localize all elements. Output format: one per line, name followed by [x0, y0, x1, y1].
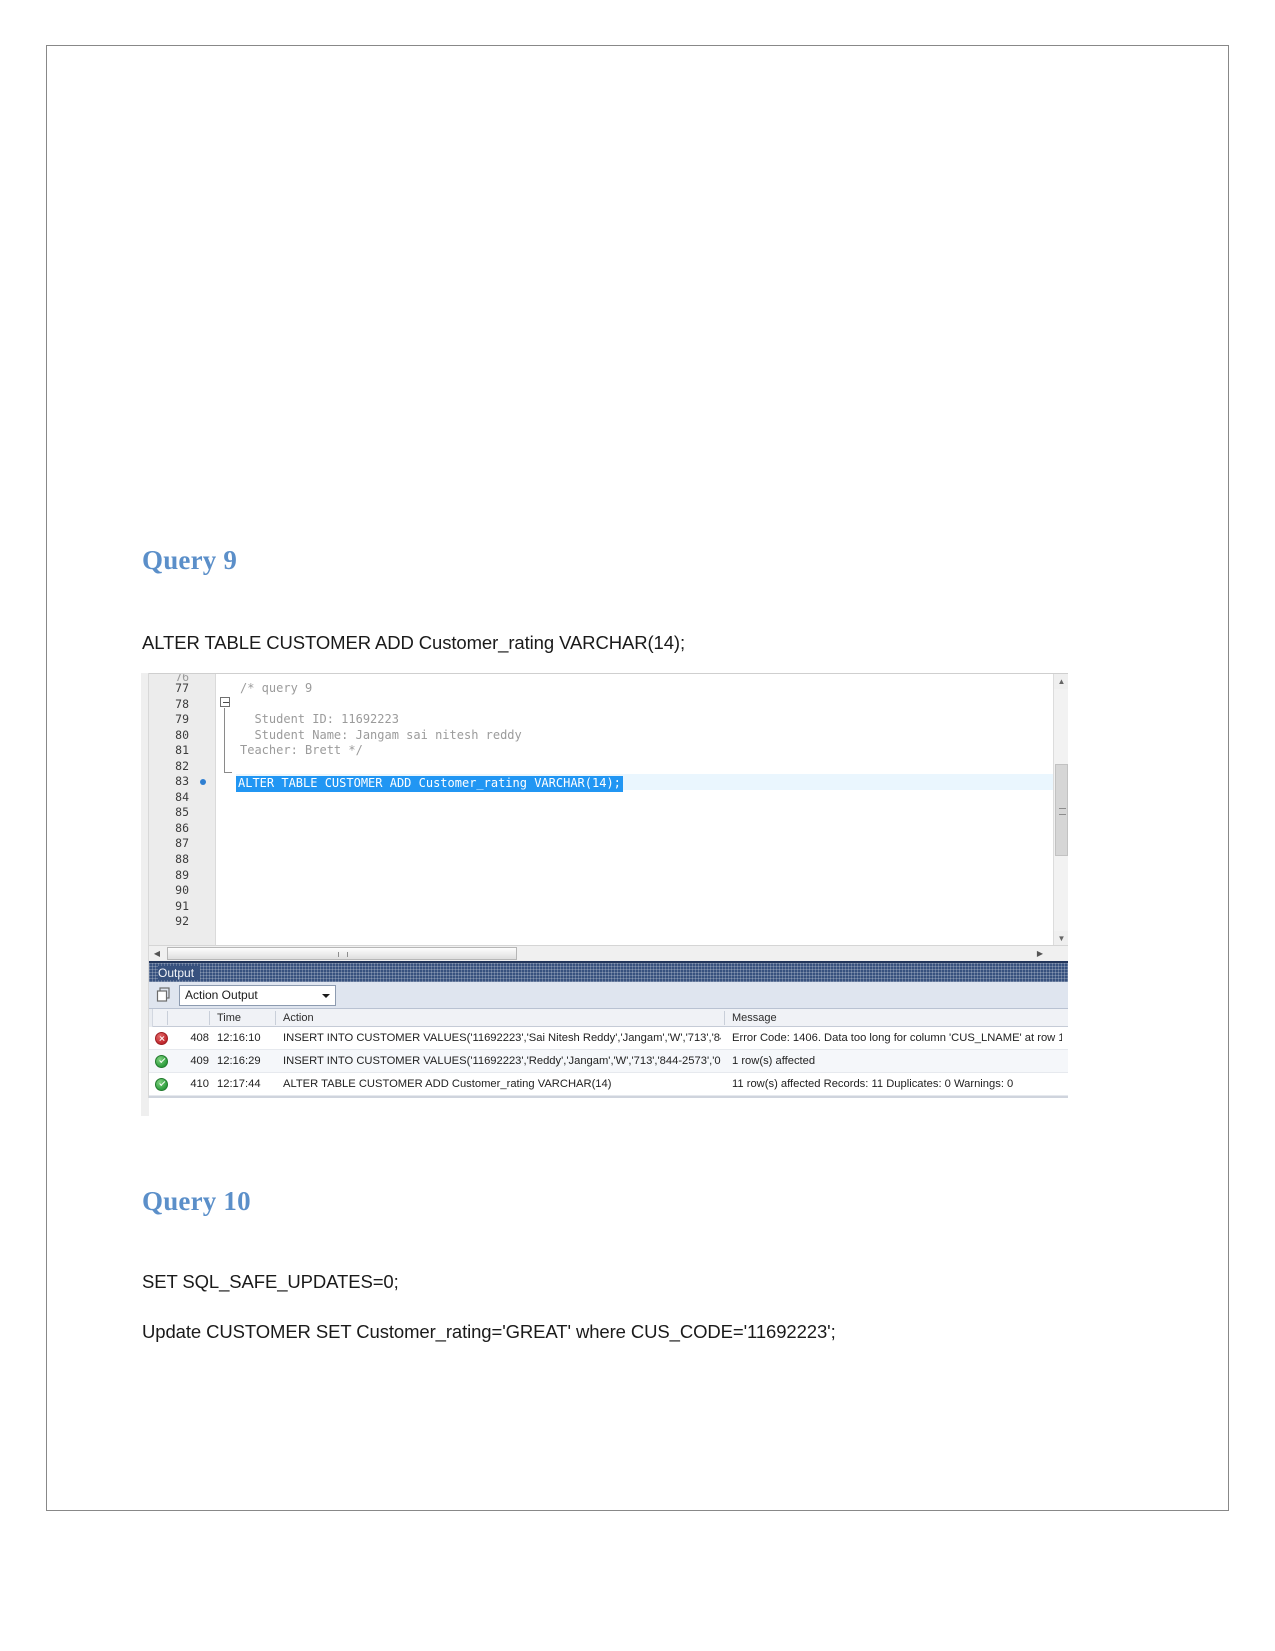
vertical-scroll-thumb[interactable] [1055, 764, 1068, 856]
row-message-cell: 11 row(s) affected Records: 11 Duplicate… [732, 1078, 1014, 1090]
code-line[interactable] [236, 759, 1068, 775]
line-number: 78 [175, 696, 189, 711]
line-number: 87 [175, 836, 189, 851]
line-number: 82 [175, 758, 189, 773]
code-line[interactable]: /* query 9 [236, 681, 1068, 697]
query-9-sql-text: ALTER TABLE CUSTOMER ADD Customer_rating… [142, 632, 685, 653]
line-number: 92 [175, 914, 189, 929]
row-message-cell: Error Code: 1406. Data too long for colu… [732, 1032, 1062, 1044]
line-number-partial: 76 [175, 674, 189, 681]
table-row[interactable]: 410 12:17:44 ALTER TABLE CUSTOMER ADD Cust… [149, 1073, 1068, 1096]
line-number: 89 [175, 867, 189, 882]
sql-editor[interactable]: 76 77 78 79 80 81 82 83 84 85 86 87 88 89 90 91 92 /* qu… [149, 673, 1068, 946]
row-time-cell: 12:16:29 [217, 1055, 261, 1067]
row-time-cell: 12:16:10 [217, 1032, 261, 1044]
column-divider [167, 1011, 168, 1025]
output-panel-titlebar[interactable]: Output [149, 961, 1068, 982]
column-header-action[interactable]: Action [283, 1012, 314, 1024]
row-id-cell: 410 [190, 1078, 209, 1090]
output-bottom-edge [149, 1096, 1068, 1098]
fold-bracket-foot [224, 772, 232, 773]
code-line[interactable]: Student Name: Jangam sai nitesh reddy [236, 728, 1068, 744]
column-divider [724, 1011, 725, 1025]
column-divider [209, 1011, 210, 1025]
line-number: 86 [175, 820, 189, 835]
page-title-query-9: Query 9 [142, 545, 238, 575]
line-number: 88 [175, 852, 189, 867]
code-line[interactable]: Student ID: 11692223 [236, 712, 1068, 728]
line-number: 84 [175, 789, 189, 804]
output-table-header: Time Action Message [149, 1009, 1068, 1027]
output-type-value: Action Output [185, 988, 258, 1002]
row-action-cell: INSERT INTO CUSTOMER VALUES('11692223','… [283, 1032, 721, 1044]
workbench-screenshot: 76 77 78 79 80 81 82 83 84 85 86 87 88 89 90 91 92 /* qu… [141, 673, 1068, 1116]
horizontal-scroll-thumb[interactable] [167, 947, 517, 960]
line-number: 91 [175, 898, 189, 913]
code-line[interactable] [236, 868, 1068, 884]
line-number: 77 [175, 681, 189, 695]
code-line[interactable] [236, 836, 1068, 852]
line-number: 85 [175, 805, 189, 820]
line-number: 81 [175, 743, 189, 758]
output-panel-title: Output [158, 966, 201, 980]
code-line-partial [236, 674, 1068, 681]
row-action-cell: ALTER TABLE CUSTOMER ADD Customer_rating… [283, 1078, 612, 1090]
row-time-cell: 12:17:44 [217, 1078, 261, 1090]
screenshot-left-rail-tail [141, 1098, 149, 1116]
code-line[interactable] [236, 883, 1068, 899]
output-toolbar: Action Output [149, 982, 1068, 1009]
code-line[interactable] [236, 821, 1068, 837]
table-row[interactable]: 408 12:16:10 INSERT INTO CUSTOMER VALUES('… [149, 1027, 1068, 1050]
fold-collapse-icon[interactable] [220, 697, 230, 707]
screenshot-left-rail [141, 673, 149, 1116]
column-header-message[interactable]: Message [732, 1012, 777, 1024]
output-type-select[interactable]: Action Output [179, 985, 336, 1006]
error-icon [155, 1032, 168, 1045]
row-message-cell: 1 row(s) affected [732, 1055, 816, 1067]
table-row[interactable]: 409 12:16:29 INSERT INTO CUSTOMER VALUES('… [149, 1050, 1068, 1073]
success-icon [155, 1055, 168, 1068]
success-icon [155, 1078, 168, 1091]
code-fold-column[interactable] [216, 674, 236, 946]
line-number: 79 [175, 712, 189, 727]
line-number: 80 [175, 727, 189, 742]
editor-horizontal-scrollbar[interactable]: ◀ ▶ [149, 945, 1068, 961]
line-number: 83 [149, 774, 215, 790]
output-table-body: 408 12:16:10 INSERT INTO CUSTOMER VALUES('… [149, 1027, 1068, 1097]
code-line[interactable] [236, 899, 1068, 915]
code-text-area[interactable]: /* query 9 Student ID: 11692223 Student … [236, 674, 1068, 946]
row-id-cell: 408 [190, 1032, 209, 1044]
selected-sql-statement[interactable]: ALTER TABLE CUSTOMER ADD Customer_rating… [236, 776, 623, 792]
document-page: Query 9 ALTER TABLE CUSTOMER ADD Custome… [0, 0, 1275, 1651]
column-divider [275, 1011, 276, 1025]
scroll-left-arrow-icon[interactable]: ◀ [151, 948, 163, 960]
scroll-up-arrow-icon[interactable]: ▲ [1054, 674, 1068, 689]
breakpoint-dot-icon[interactable] [200, 779, 206, 786]
scroll-down-arrow-icon[interactable]: ▼ [1054, 931, 1068, 946]
query-10-sql-text-a: SET SQL_SAFE_UPDATES=0; [142, 1271, 399, 1292]
column-header-time[interactable]: Time [217, 1012, 241, 1024]
code-line[interactable]: ALTER TABLE CUSTOMER ADD Customer_rating… [236, 774, 1068, 792]
row-id-cell: 409 [190, 1055, 209, 1067]
code-line[interactable] [236, 852, 1068, 868]
code-line[interactable] [236, 697, 1068, 713]
code-line[interactable] [236, 790, 1068, 806]
chevron-down-icon[interactable] [322, 994, 330, 998]
code-line[interactable] [236, 805, 1068, 821]
line-number: 90 [175, 883, 189, 898]
line-number-gutter: 76 77 78 79 80 81 82 83 84 85 86 87 88 89 90 91 92 [149, 674, 216, 946]
page-title-query-10: Query 10 [142, 1186, 251, 1216]
code-line[interactable]: Teacher: Brett */ [236, 743, 1068, 759]
fold-bracket-line [224, 708, 225, 773]
scroll-right-arrow-icon[interactable]: ▶ [1034, 948, 1046, 960]
code-line[interactable] [236, 914, 1068, 930]
copy-windows-icon[interactable] [156, 987, 171, 1003]
editor-vertical-scrollbar[interactable]: ▲ ▼ [1053, 674, 1068, 946]
query-10-sql-text-b: Update CUSTOMER SET Customer_rating='GRE… [142, 1321, 836, 1342]
row-action-cell: INSERT INTO CUSTOMER VALUES('11692223','… [283, 1055, 721, 1067]
